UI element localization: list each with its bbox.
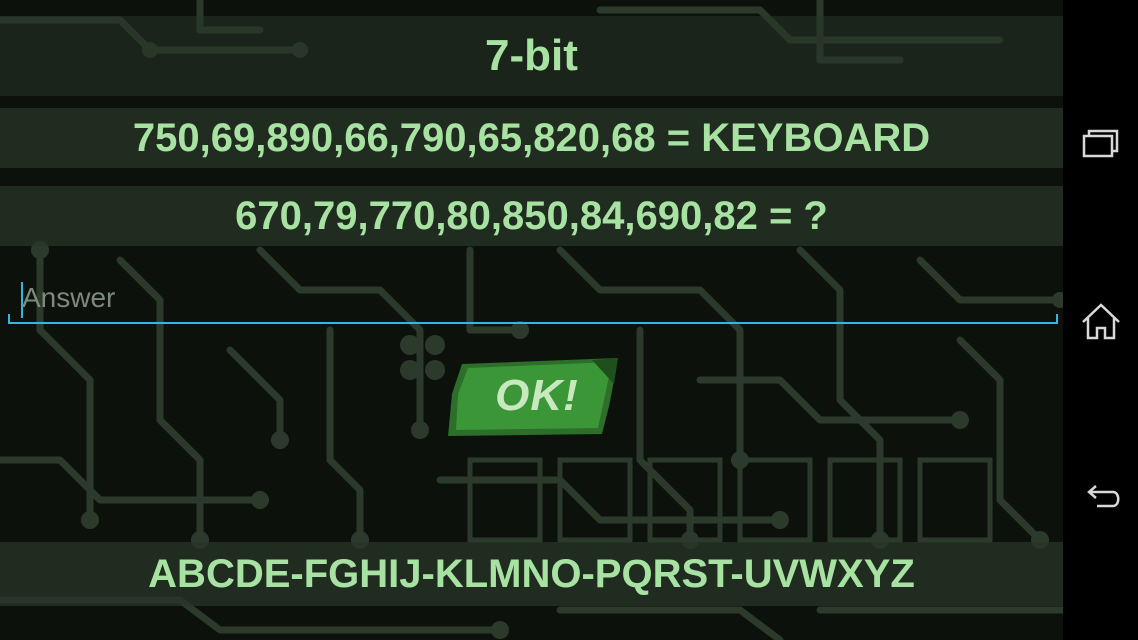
question-text: 670,79,770,80,850,84,690,82 = ? [235,193,828,238]
game-area: 7-bit 750,69,890,66,790,65,820,68 = KEYB… [0,0,1063,640]
question-band: 670,79,770,80,850,84,690,82 = ? [0,186,1063,246]
ok-button-label: OK! [495,371,579,420]
alphabet-text: ABCDE-FGHIJ-KLMNO-PQRST-UVWXYZ [148,551,915,596]
navigation-bar [1063,0,1138,640]
back-icon [1087,485,1120,508]
recent-apps-icon [1082,129,1119,158]
back-button[interactable] [1075,472,1127,524]
clue-text: 750,69,890,66,790,65,820,68 = KEYBOARD [132,115,931,160]
home-button[interactable] [1075,296,1127,348]
alphabet-band: ABCDE-FGHIJ-KLMNO-PQRST-UVWXYZ [0,542,1063,606]
answer-input[interactable] [22,276,1042,320]
puzzle-title: 7-bit [485,31,578,80]
answer-field [8,276,1058,328]
ok-button[interactable]: OK! [442,354,626,438]
clue-band: 750,69,890,66,790,65,820,68 = KEYBOARD [0,108,1063,168]
answer-underline-left-tick [8,314,10,324]
recent-apps-button[interactable] [1075,116,1127,168]
home-icon [1082,303,1120,340]
title-band: 7-bit [0,16,1063,96]
answer-underline-right-tick [1056,314,1058,324]
answer-underline [8,322,1058,324]
